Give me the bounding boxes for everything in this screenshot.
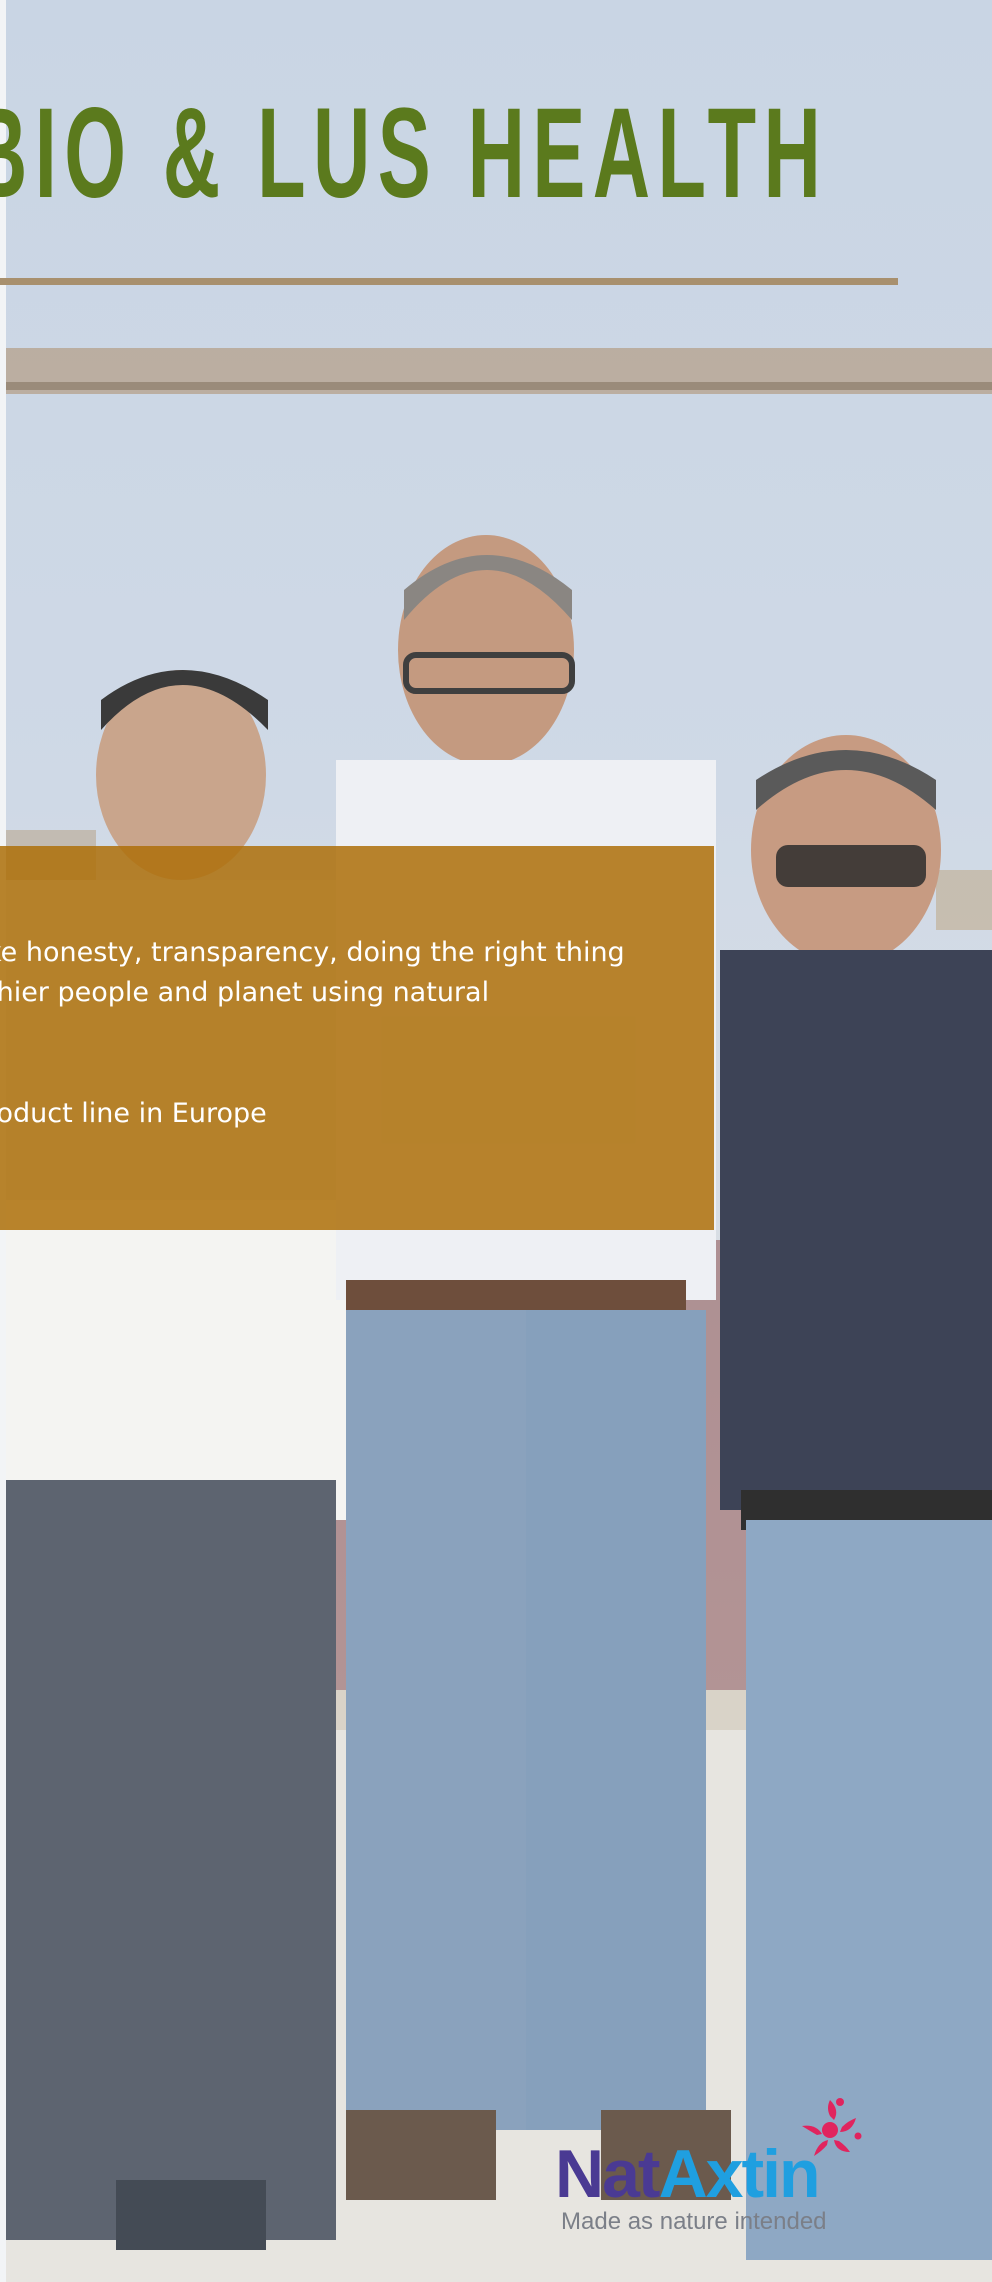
logo-name-part-2: Axtin	[658, 2136, 821, 2212]
panel-line-1: ke honesty, transparency, doing the righ…	[0, 937, 625, 968]
nataxtin-logo: NatAxtin Made as nature intended	[555, 2092, 885, 2242]
panel-line-2: thier people and planet using natural	[0, 977, 490, 1008]
logo-wordmark: NatAxtin	[555, 2140, 821, 2208]
logo-tagline: Made as nature intended	[561, 2208, 827, 2235]
mission-text-panel: ke honesty, transparency, doing the righ…	[0, 846, 714, 1230]
logo-name-part-1: Nat	[555, 2136, 661, 2212]
panel-line-3: roduct line in Europe	[0, 1098, 267, 1129]
page: BIO & LUS HEALTH ke honesty, transparenc…	[0, 0, 992, 2282]
page-title: BIO & LUS HEALTH	[0, 82, 829, 225]
title-divider	[0, 278, 898, 285]
